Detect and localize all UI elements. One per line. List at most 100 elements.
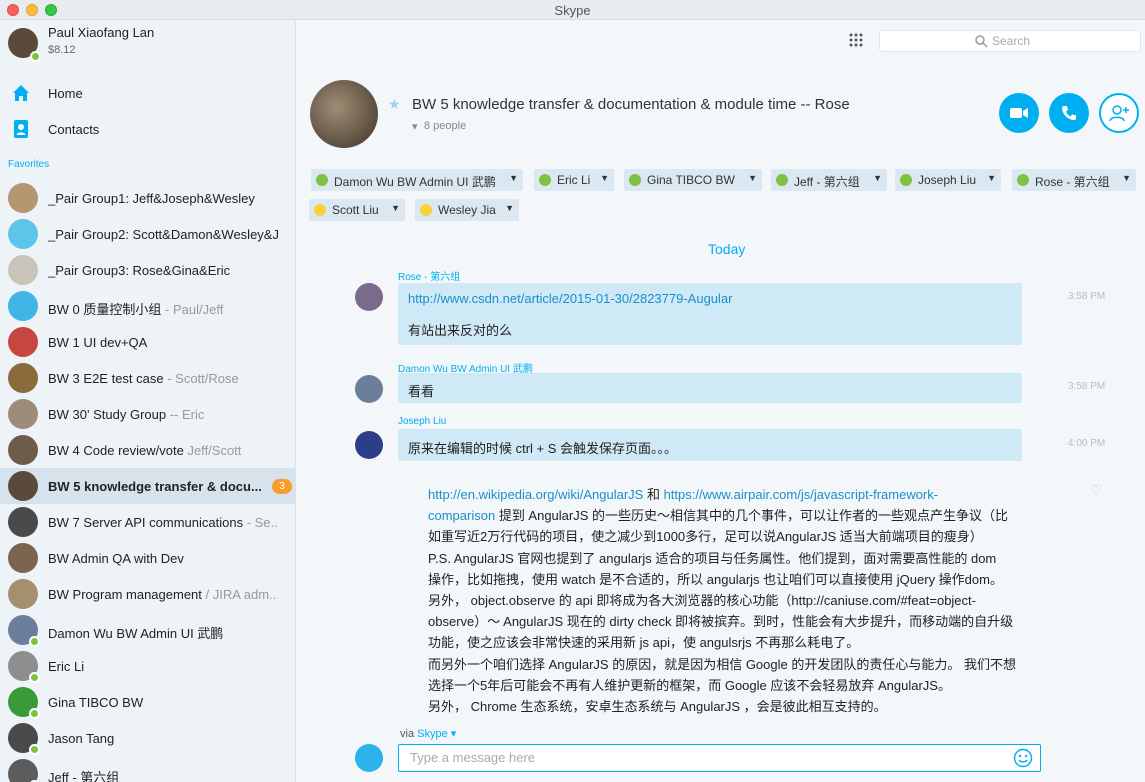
contact-avatar: [8, 471, 38, 501]
contact-name-text: Gina TIBCO BW: [48, 695, 144, 710]
participant-chip[interactable]: Joseph Liu ▼: [895, 169, 1001, 191]
participant-status-dot: [1017, 174, 1029, 186]
contact-name-text: BW 3 E2E test case: [48, 371, 164, 386]
sidebar: Paul Xiaofang Lan $8.12 Home Contacts Fa…: [0, 20, 296, 782]
contact-name: BW 0 质量控制小组 - Paul/Jeff: [48, 299, 278, 318]
add-people-button[interactable]: [1099, 93, 1139, 133]
message-timestamp: 3:58 PM: [1068, 291, 1106, 302]
contact-list-item[interactable]: BW 0 质量控制小组 - Paul/Jeff: [0, 288, 295, 324]
chevron-down-icon: ▼: [873, 173, 882, 183]
message-line: 选择一个5年后可能会不再有人维护更新的框架，而 Google 应该不会轻易放弃 …: [428, 678, 951, 693]
contact-list-item[interactable]: BW 7 Server API communications - Se...: [0, 504, 295, 540]
star-icon[interactable]: ★: [388, 96, 401, 113]
message-text: 看看: [408, 384, 435, 399]
people-count[interactable]: 8 people: [424, 120, 466, 132]
message-avatar[interactable]: [355, 283, 383, 311]
participant-chip[interactable]: Jeff - 第六组 ▼: [771, 169, 887, 191]
message-link[interactable]: comparison: [428, 508, 495, 523]
conversation-avatar[interactable]: [310, 80, 378, 148]
call-icon: [1062, 106, 1076, 120]
contact-name: BW 3 E2E test case - Scott/Rose: [48, 371, 278, 386]
participant-chip[interactable]: Damon Wu BW Admin UI 武鹏 ▼: [311, 169, 523, 191]
message-author[interactable]: Joseph Liu: [398, 416, 446, 427]
chevron-down-icon: ▼: [509, 173, 518, 183]
contact-list-item[interactable]: Jeff - 第六组: [0, 756, 295, 782]
contact-avatar: [8, 435, 38, 465]
people-chevron-icon[interactable]: ▾: [412, 120, 418, 133]
dialpad-icon[interactable]: [848, 32, 864, 48]
contact-name-text: _Pair Group1: Jeff&Joseph&Wesley: [48, 191, 255, 206]
contact-name: _Pair Group1: Jeff&Joseph&Wesley: [48, 191, 278, 206]
participant-label: Scott Liu: [332, 203, 379, 217]
participant-chip[interactable]: Eric Li ▼: [534, 169, 614, 191]
nav-home[interactable]: Home: [0, 78, 295, 108]
contact-list-item[interactable]: Damon Wu BW Admin UI 武鹏: [0, 612, 295, 648]
contact-avatar: [8, 579, 38, 609]
contact-list-item[interactable]: _Pair Group1: Jeff&Joseph&Wesley: [0, 180, 295, 216]
participant-chip[interactable]: Scott Liu ▼: [309, 199, 405, 221]
participant-chip[interactable]: Gina TIBCO BW ▼: [624, 169, 762, 191]
contact-list-item[interactable]: BW Admin QA with Dev: [0, 540, 295, 576]
contact-name: BW Admin QA with Dev: [48, 551, 278, 566]
via-link[interactable]: Skype ▾: [417, 728, 456, 740]
contact-list-item[interactable]: BW 1 UI dev+QA: [0, 324, 295, 360]
message-text: 有站出来反对的么: [408, 323, 513, 338]
unread-badge: 3: [272, 479, 292, 494]
heart-icon[interactable]: ♡: [1090, 482, 1103, 499]
contact-status-dot: [29, 708, 40, 719]
profile-credit: $8.12: [48, 44, 76, 56]
contact-list-item[interactable]: Jason Tang: [0, 720, 295, 756]
nav-contacts[interactable]: Contacts: [0, 114, 295, 144]
contact-list-item[interactable]: _Pair Group3: Rose&Gina&Eric: [0, 252, 295, 288]
participant-status-dot: [420, 204, 432, 216]
search-placeholder: Search: [992, 34, 1031, 48]
message-link[interactable]: https://www.airpair.com/js/javascript-fr…: [664, 487, 939, 502]
nav-home-label: Home: [48, 86, 83, 101]
contact-list-item[interactable]: Eric Li: [0, 648, 295, 684]
message-timestamp: 3:58 PM: [1068, 381, 1106, 392]
participant-status-dot: [539, 174, 551, 186]
chevron-down-icon: ▼: [987, 173, 996, 183]
contact-list-item[interactable]: BW 3 E2E test case - Scott/Rose: [0, 360, 295, 396]
via-selector[interactable]: via Skype ▾: [400, 727, 456, 740]
contact-avatar: [8, 363, 38, 393]
contact-list-item[interactable]: _Pair Group2: Scott&Damon&Wesley&J...: [0, 216, 295, 252]
message-avatar[interactable]: [355, 431, 383, 459]
contact-name: BW 4 Code review/vote Jeff/Scott: [48, 443, 278, 458]
add-people-icon: [1109, 105, 1129, 122]
day-separator: Today: [708, 241, 746, 257]
profile[interactable]: Paul Xiaofang Lan $8.12: [0, 20, 295, 70]
contact-list-item[interactable]: BW Program management / JIRA adm...: [0, 576, 295, 612]
message-avatar[interactable]: [355, 375, 383, 403]
contact-list-item[interactable]: Gina TIBCO BW: [0, 684, 295, 720]
contact-list-item[interactable]: BW 30' Study Group -- Eric: [0, 396, 295, 432]
participant-chip[interactable]: Rose - 第六组 ▼: [1012, 169, 1136, 191]
home-icon: [13, 85, 29, 101]
contact-name: Gina TIBCO BW: [48, 695, 278, 710]
participant-chip[interactable]: Wesley Jia ▼: [415, 199, 519, 221]
video-call-button[interactable]: [999, 93, 1039, 133]
message-link[interactable]: http://www.csdn.net/article/2015-01-30/2…: [408, 291, 732, 306]
contact-subtitle: - Scott/Rose: [163, 371, 239, 386]
message-line: http://en.wikipedia.org/wiki/AngularJS 和…: [428, 484, 938, 503]
conversation-title[interactable]: BW 5 knowledge transfer & documentation …: [412, 96, 850, 113]
contact-name: Eric Li: [48, 659, 278, 674]
contact-name: _Pair Group2: Scott&Damon&Wesley&J...: [48, 227, 278, 242]
long-message: http://en.wikipedia.org/wiki/AngularJS 和…: [416, 478, 1040, 724]
message-author[interactable]: Rose - 第六组: [398, 268, 460, 283]
participant-status-dot: [316, 174, 328, 186]
contact-name-text: BW 0 质量控制小组: [48, 302, 162, 317]
call-button[interactable]: [1049, 93, 1089, 133]
contact-list-item[interactable]: BW 4 Code review/vote Jeff/Scott: [0, 432, 295, 468]
contact-avatar: [8, 543, 38, 573]
contact-name-text: Jeff - 第六组: [48, 770, 120, 782]
contact-name-text: BW Admin QA with Dev: [48, 551, 184, 566]
contact-subtitle: - Se...: [243, 515, 278, 530]
message-bubble: 看看: [398, 373, 1022, 403]
participant-label: Eric Li: [557, 173, 591, 187]
contact-name: BW 1 UI dev+QA: [48, 335, 278, 350]
contact-name: Jeff - 第六组: [48, 767, 278, 782]
contact-list-item[interactable]: BW 5 knowledge transfer & docu... 3: [0, 468, 295, 504]
message-link[interactable]: http://en.wikipedia.org/wiki/AngularJS: [428, 487, 643, 502]
emoji-icon[interactable]: [1013, 748, 1033, 768]
